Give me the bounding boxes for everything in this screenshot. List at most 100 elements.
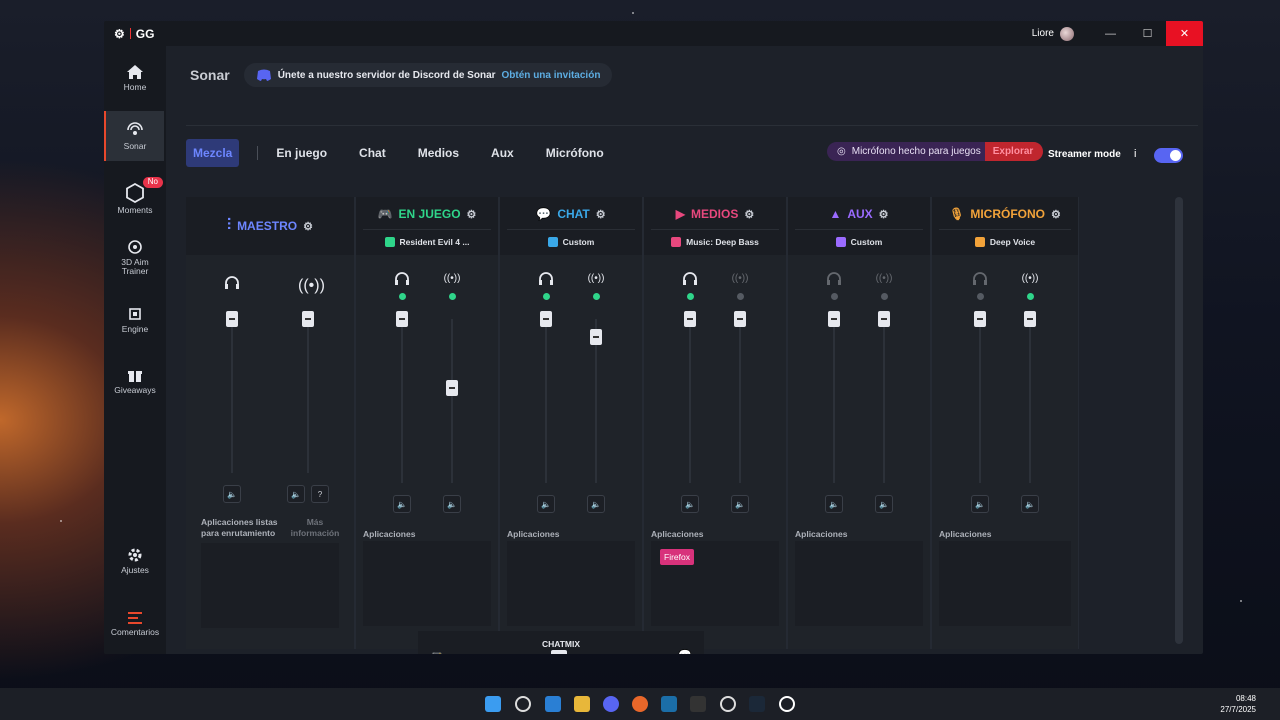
app-icon[interactable] bbox=[661, 696, 677, 712]
app-chip-firefox[interactable]: Firefox bbox=[660, 549, 694, 565]
headphones-icon[interactable] bbox=[222, 275, 242, 294]
stream-icon[interactable]: ((•)) bbox=[1020, 273, 1040, 284]
fader-stream[interactable] bbox=[590, 329, 602, 346]
fader-stream[interactable] bbox=[446, 379, 458, 396]
settings-gear-icon[interactable]: ⚙ bbox=[879, 208, 889, 221]
mute-icon[interactable]: 🔈 bbox=[731, 495, 749, 513]
more-info-link[interactable]: Más información bbox=[286, 517, 344, 539]
stream-status-dot bbox=[1027, 293, 1034, 300]
mute-icon[interactable]: 🔈 bbox=[681, 495, 699, 513]
fader-stream[interactable] bbox=[1024, 311, 1036, 327]
fader-monitor[interactable] bbox=[396, 311, 408, 327]
info-icon[interactable]: i bbox=[1134, 148, 1136, 160]
mute-icon[interactable]: 🔈 bbox=[443, 495, 461, 513]
settings-gear-icon[interactable]: ⚙ bbox=[303, 220, 313, 233]
apps-list bbox=[201, 543, 339, 628]
preset-name: Custom bbox=[850, 236, 883, 247]
minimize-button[interactable]: — bbox=[1092, 21, 1129, 46]
mute-icon[interactable]: 🔈 bbox=[393, 495, 411, 513]
ear-icon[interactable]: ? bbox=[311, 485, 329, 503]
stream-icon[interactable]: ((•)) bbox=[442, 273, 462, 284]
master-icon: ⫶ bbox=[227, 217, 232, 234]
preset-selector[interactable]: Music: Deep Bass bbox=[651, 229, 779, 247]
apps-label: Aplicaciones bbox=[939, 529, 992, 539]
fader-monitor[interactable] bbox=[974, 311, 986, 327]
mute-icon[interactable]: 🔈 bbox=[223, 485, 241, 503]
settings-gear-icon[interactable]: ⚙ bbox=[1051, 208, 1061, 221]
sidebar-item-aim-trainer[interactable]: 3D Aim Trainer bbox=[106, 239, 164, 277]
preset-selector[interactable]: Deep Voice bbox=[939, 229, 1071, 247]
stream-status-dot bbox=[737, 293, 744, 300]
tab-mezcla[interactable]: Mezcla bbox=[186, 139, 240, 167]
close-button[interactable]: ✕ bbox=[1166, 21, 1203, 46]
headphones-icon[interactable] bbox=[536, 271, 556, 290]
stream-icon[interactable]: ((•)) bbox=[874, 273, 894, 284]
steam-icon[interactable] bbox=[749, 696, 765, 712]
fader-stream[interactable] bbox=[734, 311, 746, 327]
chat-icon: 💬 bbox=[678, 649, 692, 654]
explore-button[interactable]: Explorar bbox=[993, 146, 1034, 157]
monitor-status-dot bbox=[831, 293, 838, 300]
windows-start-icon[interactable] bbox=[485, 696, 501, 712]
mute-icon[interactable]: 🔈 bbox=[875, 495, 893, 513]
system-clock[interactable]: 08:48 27/7/2025 bbox=[1220, 693, 1256, 715]
sidebar-item-giveaways[interactable]: Giveaways bbox=[106, 367, 164, 395]
gg-taskbar-icon[interactable] bbox=[779, 696, 795, 712]
discord-taskbar-icon[interactable] bbox=[603, 696, 619, 712]
sidebar-item-home[interactable]: Home bbox=[106, 64, 164, 92]
mute-icon[interactable]: 🔈 bbox=[971, 495, 989, 513]
sidebar-item-settings[interactable]: Ajustes bbox=[106, 547, 164, 575]
fader-stream[interactable] bbox=[302, 311, 314, 327]
maximize-button[interactable]: ☐ bbox=[1129, 21, 1166, 46]
channel-name: CHAT bbox=[557, 207, 590, 221]
discord-invite-link[interactable]: Obtén una invitación bbox=[502, 70, 601, 81]
tab-aux[interactable]: Aux bbox=[491, 146, 514, 160]
fader-monitor[interactable] bbox=[828, 311, 840, 327]
tab-en-juego[interactable]: En juego bbox=[276, 146, 327, 160]
settings-gear-icon[interactable]: ⚙ bbox=[467, 208, 477, 221]
sidebar-item-moments[interactable]: No Moments bbox=[106, 177, 164, 215]
mute-icon[interactable]: 🔈 bbox=[287, 485, 305, 503]
firefox-icon[interactable] bbox=[632, 696, 648, 712]
discord-banner[interactable]: Únete a nuestro servidor de Discord de S… bbox=[243, 63, 613, 87]
scrollbar[interactable] bbox=[1175, 197, 1183, 644]
monitor-status-dot bbox=[687, 293, 694, 300]
sidebar-item-engine[interactable]: Engine bbox=[106, 306, 164, 334]
mute-icon[interactable]: 🔈 bbox=[1021, 495, 1039, 513]
preset-selector[interactable]: Custom bbox=[507, 229, 635, 247]
mute-icon[interactable]: 🔈 bbox=[587, 495, 605, 513]
headphones-icon[interactable] bbox=[970, 271, 990, 290]
stream-icon[interactable]: ((•)) bbox=[730, 273, 750, 284]
steelseries-taskbar-icon[interactable] bbox=[720, 696, 736, 712]
fader-monitor[interactable] bbox=[226, 311, 238, 327]
user-name[interactable]: Liore bbox=[1032, 28, 1054, 39]
vscode-icon[interactable] bbox=[545, 696, 561, 712]
epic-icon[interactable] bbox=[690, 696, 706, 712]
chatmix-thumb[interactable] bbox=[551, 650, 567, 654]
mute-icon[interactable]: 🔈 bbox=[537, 495, 555, 513]
settings-gear-icon[interactable]: ⚙ bbox=[744, 208, 754, 221]
preset-selector[interactable]: Custom bbox=[795, 229, 923, 247]
sidebar-item-feedback[interactable]: Comentarios bbox=[106, 611, 164, 637]
search-icon[interactable] bbox=[515, 696, 531, 712]
avatar[interactable] bbox=[1060, 26, 1074, 41]
fader-monitor[interactable] bbox=[540, 311, 552, 327]
fader-monitor[interactable] bbox=[684, 311, 696, 327]
headphones-icon[interactable] bbox=[392, 271, 412, 290]
fader-stream[interactable] bbox=[878, 311, 890, 327]
folder-icon[interactable] bbox=[574, 696, 590, 712]
stream-icon[interactable]: ((•)) bbox=[298, 277, 325, 295]
mic-promo-banner[interactable]: ◎ Micrófono hecho para juegos Explorar bbox=[827, 142, 1044, 161]
headphones-icon[interactable] bbox=[824, 271, 844, 290]
settings-gear-icon[interactable]: ⚙ bbox=[596, 208, 606, 221]
preset-selector[interactable]: Resident Evil 4 ... bbox=[363, 229, 491, 247]
tab-medios[interactable]: Medios bbox=[418, 146, 459, 160]
tab-microfono[interactable]: Micrófono bbox=[546, 146, 604, 160]
mute-icon[interactable]: 🔈 bbox=[825, 495, 843, 513]
streamer-mode-toggle[interactable] bbox=[1154, 148, 1183, 163]
headphones-icon[interactable] bbox=[680, 271, 700, 290]
sidebar-item-sonar[interactable]: Sonar bbox=[104, 111, 164, 162]
chatmix-slider[interactable]: CHATMIX 🎮 💬 bbox=[418, 631, 704, 654]
stream-icon[interactable]: ((•)) bbox=[586, 273, 606, 284]
tab-chat[interactable]: Chat bbox=[359, 146, 386, 160]
